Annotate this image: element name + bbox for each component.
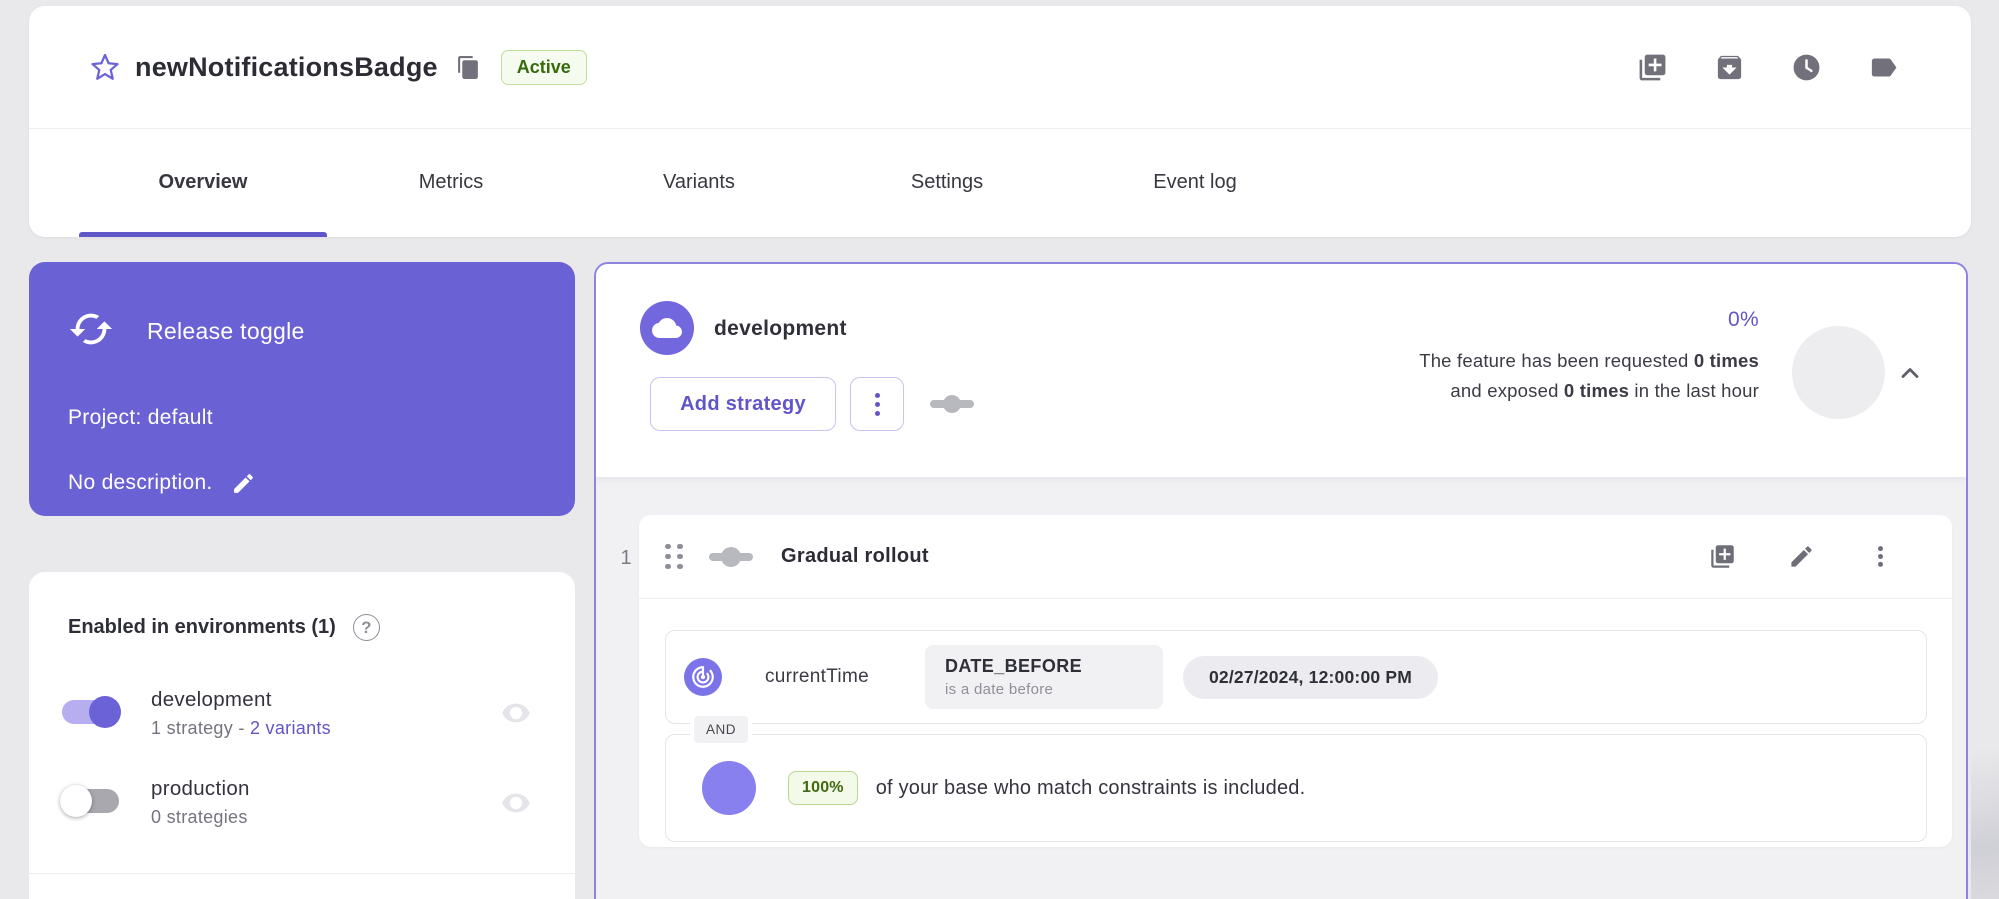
page-title: newNotificationsBadge bbox=[135, 52, 438, 83]
header-actions bbox=[1636, 44, 1899, 90]
release-toggle-sync-icon bbox=[68, 306, 114, 357]
edit-description-icon[interactable] bbox=[231, 470, 257, 496]
segment-icon bbox=[930, 395, 974, 413]
history-clock-icon[interactable] bbox=[1790, 51, 1822, 83]
description-text: No description. bbox=[68, 471, 213, 495]
production-visibility-eye-icon[interactable] bbox=[497, 788, 535, 818]
constraint-row: currentTime DATE_BEFORE is a date before… bbox=[665, 630, 1927, 724]
strategy-title: Gradual rollout bbox=[781, 545, 929, 568]
metrics-line2-count: 0 times bbox=[1564, 380, 1629, 401]
metrics-percent: 0% bbox=[1256, 308, 1759, 332]
strategy-more-options-icon[interactable] bbox=[1864, 541, 1896, 573]
copy-feature-icon[interactable] bbox=[1636, 51, 1668, 83]
edit-strategy-pencil-icon[interactable] bbox=[1785, 541, 1817, 573]
favorite-star-icon[interactable] bbox=[88, 50, 122, 84]
environment-more-options-button[interactable] bbox=[850, 377, 904, 431]
tab-metrics[interactable]: Metrics bbox=[327, 128, 575, 237]
panel-divider bbox=[29, 873, 575, 874]
kebab-icon bbox=[875, 393, 880, 416]
metrics-line1-count: 0 times bbox=[1694, 350, 1759, 371]
operator-name: DATE_BEFORE bbox=[945, 656, 1143, 677]
archive-icon[interactable] bbox=[1713, 51, 1745, 83]
status-badge: Active bbox=[501, 50, 587, 85]
metrics-line1: The feature has been requested bbox=[1419, 350, 1694, 371]
tab-event-log[interactable]: Event log bbox=[1071, 128, 1319, 237]
strategy-header: Gradual rollout bbox=[639, 515, 1952, 599]
project-label: Project: default bbox=[68, 406, 213, 430]
chevron-up-icon[interactable] bbox=[1888, 356, 1932, 390]
environment-detail: 0 strategies bbox=[151, 807, 248, 827]
metrics-donut-placeholder bbox=[1792, 326, 1885, 419]
feature-type-label: Release toggle bbox=[147, 318, 305, 345]
operator-description: is a date before bbox=[945, 681, 1143, 698]
production-toggle[interactable] bbox=[62, 789, 119, 813]
tag-icon[interactable] bbox=[1867, 51, 1899, 83]
constraint-operator: DATE_BEFORE is a date before bbox=[925, 645, 1163, 709]
tab-settings[interactable]: Settings bbox=[823, 128, 1071, 237]
copy-strategy-icon[interactable] bbox=[1706, 541, 1738, 573]
rollout-strategy-icon bbox=[709, 547, 753, 567]
rollout-row: 100% of your base who match constraints … bbox=[665, 734, 1927, 842]
environment-row-development: development 1 strategy - 2 variants bbox=[62, 688, 542, 739]
environment-row-production: production 0 strategies bbox=[62, 777, 542, 828]
constraint-target-icon bbox=[684, 658, 722, 696]
constraint-field-name: currentTime bbox=[765, 666, 869, 688]
constraint-value: 02/27/2024, 12:00:00 PM bbox=[1183, 656, 1438, 699]
add-strategy-button[interactable]: Add strategy bbox=[650, 377, 836, 431]
enabled-environments-panel: Enabled in environments (1) ? developmen… bbox=[29, 572, 575, 899]
rollout-description: of your base who match constraints is in… bbox=[876, 777, 1306, 800]
strategy-card-gradual-rollout: Gradual rollout currentTime DATE_BEFORE bbox=[639, 515, 1952, 847]
rollout-percent-badge: 100% bbox=[788, 771, 858, 805]
development-visibility-eye-icon[interactable] bbox=[497, 698, 535, 728]
metrics-line2: and exposed bbox=[1450, 380, 1564, 401]
accordion-header[interactable]: development Add strategy 0% The feature … bbox=[596, 264, 1966, 477]
rollout-pie-icon bbox=[702, 761, 756, 815]
copy-name-icon[interactable] bbox=[455, 53, 483, 81]
accordion-environment-name: development bbox=[714, 317, 847, 341]
development-toggle[interactable] bbox=[62, 700, 119, 724]
and-connector-badge: AND bbox=[690, 712, 752, 747]
drag-handle-icon[interactable] bbox=[665, 544, 683, 570]
feature-type-card: Release toggle Project: default No descr… bbox=[29, 262, 575, 516]
environment-name: production bbox=[151, 777, 250, 801]
metrics-line2-post: in the last hour bbox=[1629, 380, 1759, 401]
variants-link[interactable]: 2 variants bbox=[250, 718, 331, 738]
tab-overview[interactable]: Overview bbox=[79, 128, 327, 237]
strategy-index: 1 bbox=[614, 547, 638, 570]
metrics-summary: 0% The feature has been requested 0 time… bbox=[1256, 308, 1759, 406]
environment-name: development bbox=[151, 688, 331, 712]
environment-accordion-development: development Add strategy 0% The feature … bbox=[594, 262, 1968, 899]
help-icon[interactable]: ? bbox=[353, 614, 380, 641]
environment-detail: 1 strategy - bbox=[151, 718, 250, 738]
background-texture bbox=[1971, 749, 1999, 899]
environments-panel-title: Enabled in environments (1) bbox=[68, 616, 336, 639]
tab-bar: Overview Metrics Variants Settings Event… bbox=[79, 128, 1319, 237]
feature-header-card: newNotificationsBadge Active Overview Me… bbox=[29, 6, 1971, 237]
environment-cloud-icon bbox=[640, 301, 694, 355]
tab-variants[interactable]: Variants bbox=[575, 128, 823, 237]
